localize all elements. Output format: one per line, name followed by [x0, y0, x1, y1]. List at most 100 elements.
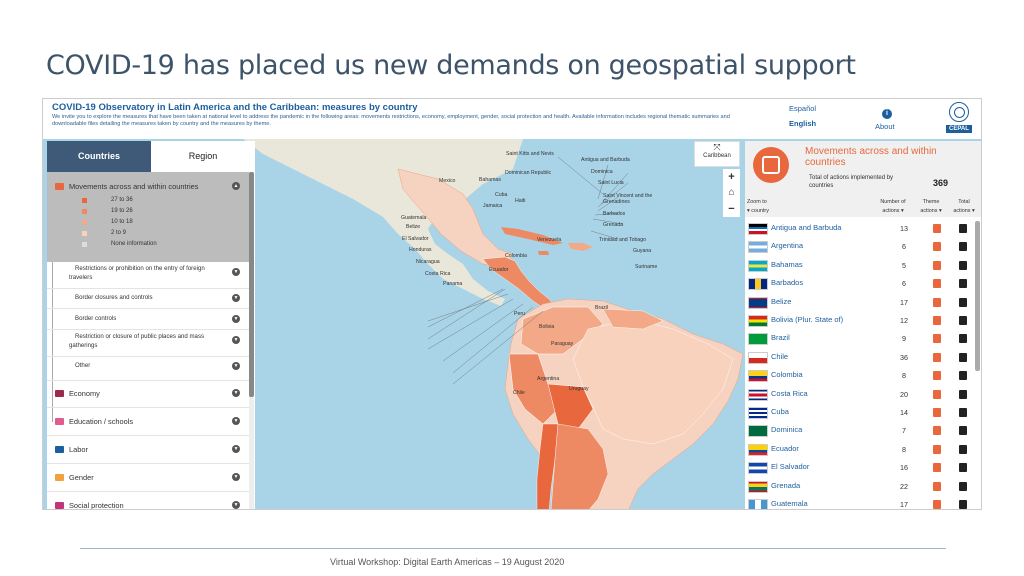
country-row[interactable]: Belize 17 — [745, 293, 973, 311]
country-row[interactable]: Antigua and Barbuda 13 — [745, 219, 973, 237]
info-icon[interactable]: i — [882, 109, 892, 119]
chevron-up-icon[interactable]: ▲ — [232, 182, 240, 190]
theme-download-icon[interactable] — [933, 224, 941, 233]
total-download-icon[interactable] — [959, 242, 967, 252]
total-download-icon[interactable] — [959, 371, 967, 381]
total-download-icon[interactable] — [959, 500, 967, 509]
theme-download-icon[interactable] — [933, 297, 941, 307]
zoom-in-button[interactable]: + — [723, 169, 740, 185]
country-name[interactable]: Antigua and Barbuda — [771, 223, 841, 232]
chevron-down-icon[interactable]: ▼ — [232, 445, 240, 453]
subcategory-item[interactable]: Border controls ▼ — [47, 314, 250, 326]
chevron-down-icon[interactable]: ▼ — [232, 268, 240, 276]
category-labor[interactable]: Labor ▼ — [47, 443, 250, 457]
country-row[interactable]: Colombia 8 — [745, 366, 973, 384]
country-row[interactable]: Grenada 22 — [745, 477, 973, 495]
chevron-down-icon[interactable]: ▼ — [232, 417, 240, 425]
country-flag[interactable] — [748, 278, 768, 291]
country-row[interactable]: Barbados 6 — [745, 274, 973, 292]
total-download-icon[interactable] — [959, 352, 967, 362]
country-flag[interactable] — [748, 259, 768, 272]
theme-download-icon[interactable] — [933, 463, 941, 473]
country-flag[interactable] — [748, 499, 768, 509]
country-flag[interactable] — [748, 425, 768, 438]
theme-download-icon[interactable] — [933, 389, 941, 399]
country-name[interactable]: Guatemala — [771, 499, 808, 508]
theme-download-icon[interactable] — [933, 279, 941, 289]
subcategory-item[interactable]: Restriction or closure of public places … — [47, 332, 250, 354]
country-flag[interactable] — [748, 296, 768, 309]
subcategory-item[interactable]: Restrictions or prohibition on the entry… — [47, 264, 250, 286]
country-flag[interactable] — [748, 241, 768, 254]
country-flag[interactable] — [748, 462, 768, 475]
country-row[interactable]: Bolivia (Plur. State of) 12 — [745, 311, 973, 329]
theme-download-icon[interactable] — [933, 426, 941, 436]
total-download-icon[interactable] — [959, 481, 967, 491]
country-name[interactable]: Bahamas — [771, 260, 803, 269]
country-row[interactable]: Brazil 9 — [745, 329, 973, 347]
tab-countries[interactable]: Countries — [47, 141, 151, 172]
country-flag[interactable] — [748, 351, 768, 364]
total-column-header[interactable]: Total actions ▾ — [949, 198, 979, 216]
category-gender[interactable]: Gender ▼ — [47, 471, 250, 485]
theme-download-icon[interactable] — [933, 352, 941, 362]
chevron-down-icon[interactable]: ▼ — [232, 294, 240, 302]
total-download-icon[interactable] — [959, 463, 967, 473]
country-row[interactable]: Costa Rica 20 — [745, 385, 973, 403]
country-flag[interactable] — [748, 333, 768, 346]
country-flag[interactable] — [748, 315, 768, 327]
subcategory-item[interactable]: Other ▼ — [47, 361, 250, 373]
total-download-icon[interactable] — [959, 389, 967, 399]
chevron-down-icon[interactable]: ▼ — [232, 362, 240, 370]
total-download-icon[interactable] — [959, 444, 967, 454]
country-flag[interactable] — [748, 223, 768, 235]
category-social-protection[interactable]: Social protection ▼ — [47, 499, 250, 509]
tab-region[interactable]: Region — [151, 141, 255, 172]
chevron-down-icon[interactable]: ▼ — [232, 336, 240, 344]
category-economy[interactable]: Economy ▼ — [47, 387, 250, 401]
language-spanish-link[interactable]: Español — [789, 104, 816, 113]
country-name[interactable]: Bolivia (Plur. State of) — [771, 315, 843, 324]
left-scrollbar[interactable] — [249, 172, 254, 509]
country-flag[interactable] — [748, 388, 768, 401]
zoom-out-button[interactable]: − — [723, 201, 740, 217]
country-row[interactable]: Argentina 6 — [745, 237, 973, 255]
theme-download-icon[interactable] — [933, 408, 941, 417]
country-flag[interactable] — [748, 443, 768, 456]
theme-download-icon[interactable] — [933, 260, 941, 270]
theme-download-icon[interactable] — [933, 444, 941, 454]
country-row[interactable]: Cuba 14 — [745, 403, 973, 421]
subcategory-item[interactable]: Border closures and controls ▼ — [47, 293, 250, 305]
chevron-down-icon[interactable]: ▼ — [232, 473, 240, 481]
country-flag[interactable] — [748, 407, 768, 419]
theme-column-header[interactable]: Theme actions ▾ — [915, 198, 947, 216]
country-name[interactable]: Argentina — [771, 241, 803, 250]
home-button[interactable]: ⌂ — [723, 185, 740, 201]
language-english-link[interactable]: English — [789, 119, 816, 128]
country-flag[interactable] — [748, 370, 768, 383]
country-row[interactable]: Ecuador 8 — [745, 440, 973, 458]
total-download-icon[interactable] — [959, 297, 967, 307]
country-name[interactable]: Colombia — [771, 370, 803, 379]
chevron-down-icon[interactable]: ▼ — [232, 315, 240, 323]
category-education[interactable]: Education / schools ▼ — [47, 415, 250, 429]
country-name[interactable]: Brazil — [771, 333, 790, 342]
right-scrollbar[interactable] — [975, 221, 980, 371]
country-name[interactable]: Dominica — [771, 425, 802, 434]
country-name[interactable]: Costa Rica — [771, 389, 808, 398]
total-download-icon[interactable] — [959, 224, 967, 233]
country-row[interactable]: Guatemala 17 — [745, 495, 973, 509]
country-name[interactable]: El Salvador — [771, 462, 809, 471]
country-row[interactable]: El Salvador 16 — [745, 458, 973, 476]
total-download-icon[interactable] — [959, 279, 967, 289]
theme-download-icon[interactable] — [933, 242, 941, 252]
country-name[interactable]: Belize — [771, 297, 791, 306]
theme-download-icon[interactable] — [933, 316, 941, 325]
theme-download-icon[interactable] — [933, 500, 941, 509]
category-movements[interactable]: Movements across and within countries ▲ — [47, 181, 250, 193]
country-name[interactable]: Chile — [771, 352, 788, 361]
total-download-icon[interactable] — [959, 260, 967, 270]
country-row[interactable]: Dominica 7 — [745, 421, 973, 439]
country-name[interactable]: Ecuador — [771, 444, 799, 453]
country-name[interactable]: Cuba — [771, 407, 789, 416]
